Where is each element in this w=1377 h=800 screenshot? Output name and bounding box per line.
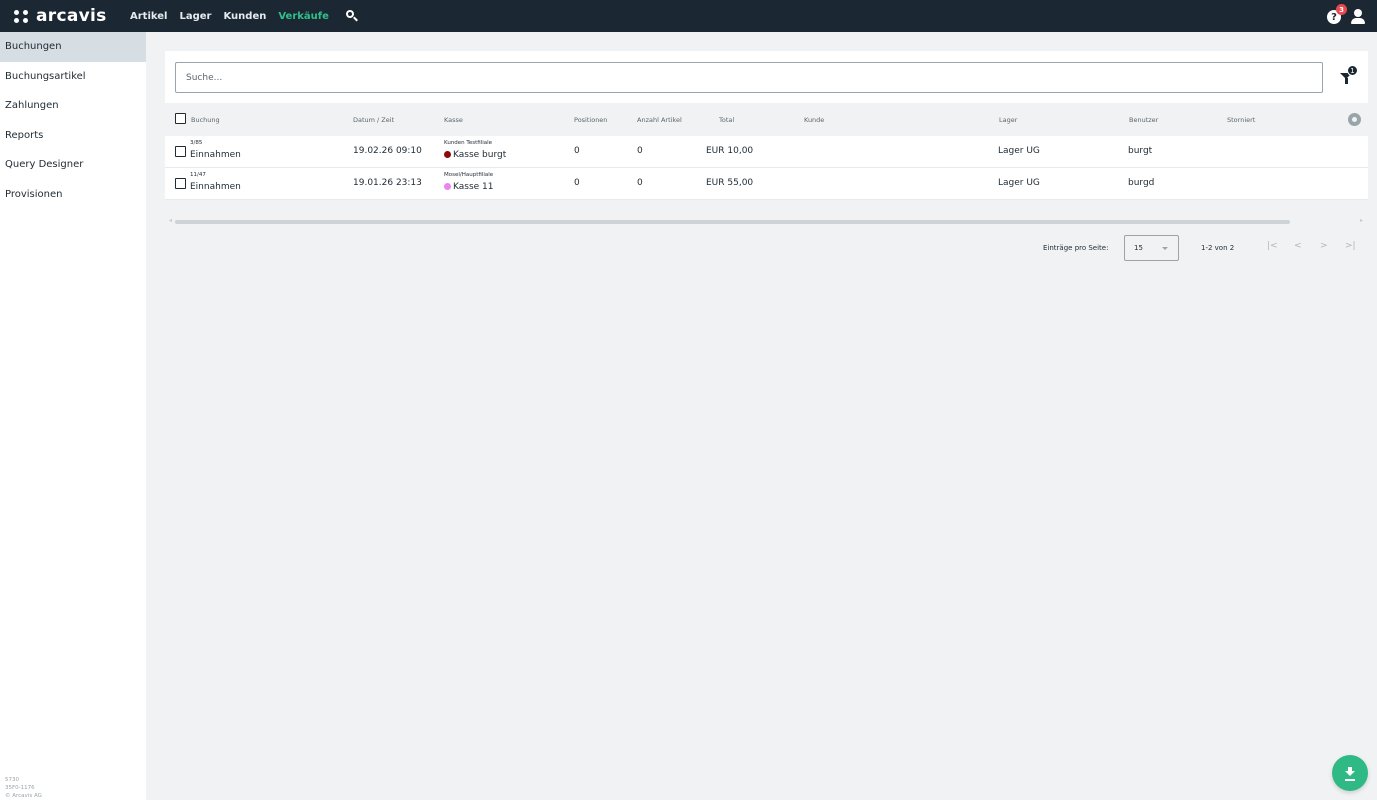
help-icon[interactable]: ? 3 <box>1327 4 1347 24</box>
table-header: Buchung Datum / Zeit Kasse Positionen An… <box>165 103 1368 136</box>
kasse-color-dot <box>444 151 451 158</box>
nav-verkaeufe[interactable]: Verkäufe <box>278 11 329 22</box>
scroll-left-icon[interactable]: ◂ <box>169 217 172 224</box>
sidebar: Buchungen Buchungsartikel Zahlungen Repo… <box>0 32 146 800</box>
logo-mark-icon <box>14 8 30 24</box>
version-number: 5730 <box>5 777 19 783</box>
search-icon[interactable] <box>345 9 359 23</box>
column-header-buchung[interactable]: Buchung <box>191 116 220 124</box>
download-button[interactable] <box>1332 755 1368 791</box>
nav-lager[interactable]: Lager <box>179 11 211 22</box>
kasse-location: Kunden Testfiliale <box>444 140 493 146</box>
column-header-anzahl-artikel[interactable]: Anzahl Artikel <box>637 116 682 124</box>
table-row[interactable]: 11/47 Einnahmen 19.01.26 23:13 Mosel/Hau… <box>165 168 1368 200</box>
kasse-name: Kasse 11 <box>453 182 494 192</box>
last-page-button[interactable]: >| <box>1345 241 1356 251</box>
search-input[interactable] <box>175 62 1323 93</box>
column-header-kunde[interactable]: Kunde <box>804 116 824 124</box>
help-icon-glyph: ? <box>1331 11 1337 23</box>
booking-datetime: 19.02.26 09:10 <box>353 146 422 156</box>
user-icon[interactable] <box>1351 8 1365 24</box>
per-page-select[interactable]: 15 <box>1124 235 1179 261</box>
kasse-name-cell: Kasse burgt <box>444 150 506 160</box>
copyright: © Arcavis AG <box>5 793 42 799</box>
per-page-label: Einträge pro Seite: <box>1043 244 1109 252</box>
anzahl-artikel-value: 0 <box>637 178 643 188</box>
per-page-value: 15 <box>1134 244 1143 252</box>
booking-type: Einnahmen <box>190 150 241 160</box>
scroll-right-icon[interactable]: ▸ <box>1360 217 1363 224</box>
previous-page-button[interactable]: < <box>1294 241 1302 251</box>
sidebar-item-buchungsartikel[interactable]: Buchungsartikel <box>0 62 146 92</box>
kasse-name: Kasse burgt <box>453 150 507 160</box>
column-header-storniert[interactable]: Storniert <box>1227 116 1255 124</box>
table-row[interactable]: 3/85 Einnahmen 19.02.26 09:10 Kunden Tes… <box>165 136 1368 168</box>
kasse-location: Mosel/Hauptfiliale <box>444 172 494 178</box>
row-checkbox[interactable] <box>175 146 186 157</box>
filter-icon[interactable]: 1 <box>1340 65 1358 85</box>
top-right-actions: ? 3 <box>1327 4 1365 24</box>
row-checkbox[interactable] <box>175 178 186 189</box>
chevron-down-icon <box>1162 247 1168 250</box>
column-header-datum[interactable]: Datum / Zeit <box>353 116 394 124</box>
booking-number: 3/85 <box>190 140 203 146</box>
top-bar: arcavis Artikel Lager Kunden Verkäufe ? … <box>0 0 1377 32</box>
gear-icon[interactable] <box>1348 113 1361 126</box>
booking-type: Einnahmen <box>190 182 241 192</box>
kasse-name-cell: Kasse 11 <box>444 182 494 192</box>
arcavis-logo[interactable]: arcavis <box>14 6 126 26</box>
next-page-button[interactable]: > <box>1320 241 1328 251</box>
benutzer-value: burgt <box>1128 146 1153 156</box>
build-id: 35F0-1176 <box>5 785 35 791</box>
positionen-value: 0 <box>574 146 580 156</box>
logo-text: arcavis <box>36 6 107 26</box>
nav-artikel[interactable]: Artikel <box>130 11 167 22</box>
total-value: EUR 10,00 <box>706 146 754 156</box>
filter-count-badge: 1 <box>1347 65 1358 76</box>
sidebar-item-provisionen[interactable]: Provisionen <box>0 180 146 210</box>
kasse-color-dot <box>444 183 451 190</box>
sidebar-item-buchungen[interactable]: Buchungen <box>0 32 146 62</box>
notification-badge: 3 <box>1336 4 1347 15</box>
column-header-positionen[interactable]: Positionen <box>574 116 607 124</box>
lager-value: Lager UG <box>998 178 1040 188</box>
benutzer-value: burgd <box>1128 178 1155 188</box>
booking-datetime: 19.01.26 23:13 <box>353 178 422 188</box>
main-nav: Artikel Lager Kunden Verkäufe <box>130 9 359 23</box>
column-header-benutzer[interactable]: Benutzer <box>1129 116 1158 124</box>
scrollbar-thumb[interactable] <box>175 220 1290 224</box>
nav-kunden[interactable]: Kunden <box>223 11 266 22</box>
page-range: 1-2 von 2 <box>1201 244 1235 252</box>
lager-value: Lager UG <box>998 146 1040 156</box>
horizontal-scrollbar[interactable]: ◂ ▸ <box>165 217 1368 226</box>
total-value: EUR 55,00 <box>706 178 754 188</box>
first-page-button[interactable]: |< <box>1267 241 1278 251</box>
sidebar-footer: 5730 35F0-1176 © Arcavis AG <box>5 776 42 800</box>
booking-number: 11/47 <box>190 172 206 178</box>
sidebar-item-reports[interactable]: Reports <box>0 121 146 151</box>
anzahl-artikel-value: 0 <box>637 146 643 156</box>
bookings-panel: 1 Buchung Datum / Zeit Kasse Positionen … <box>165 51 1368 200</box>
search-row: 1 <box>165 51 1368 103</box>
positionen-value: 0 <box>574 178 580 188</box>
download-icon <box>1345 767 1355 776</box>
select-all-checkbox[interactable] <box>175 113 186 124</box>
column-header-total[interactable]: Total <box>719 116 734 124</box>
sidebar-item-query-designer[interactable]: Query Designer <box>0 150 146 180</box>
column-header-lager[interactable]: Lager <box>999 116 1017 124</box>
column-header-kasse[interactable]: Kasse <box>444 116 463 124</box>
sidebar-item-zahlungen[interactable]: Zahlungen <box>0 91 146 121</box>
